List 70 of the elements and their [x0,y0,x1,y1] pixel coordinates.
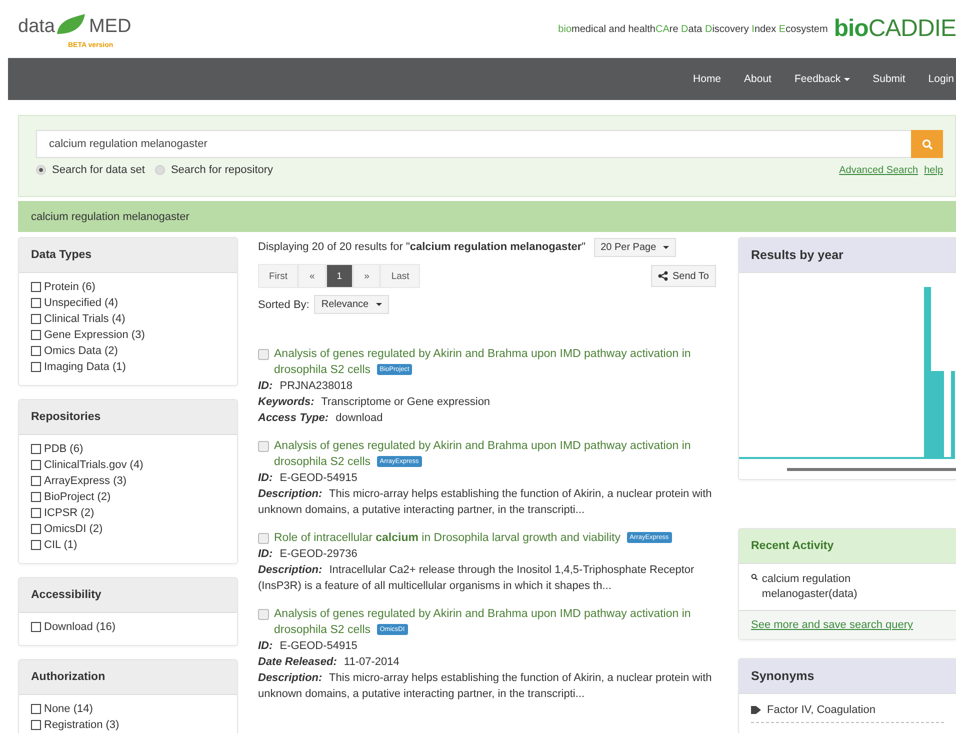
facet-option[interactable]: Unspecified (4) [31,295,225,311]
send-to-button[interactable]: Send To [651,265,716,287]
radio-option[interactable]: Search for repository [154,164,274,176]
result-checkbox[interactable] [258,349,269,360]
result-checkbox[interactable] [258,441,269,452]
logo-text: MED [88,16,132,38]
facet-option[interactable]: None (14) [31,701,225,717]
sort-dropdown[interactable]: Relevance [314,295,389,314]
panel-title: Recent Activity [751,540,834,552]
result-checkbox[interactable] [258,609,269,620]
facet-option[interactable]: ClinicalTrials.gov (4) [31,457,225,473]
panel-title: Accessibility [31,589,102,601]
facet-option[interactable]: Registration (3) [31,717,225,733]
nav-link[interactable]: Feedback [794,73,850,85]
pager-button[interactable]: 1 [326,264,354,288]
result-field: ID: E-GEOD-29736 [258,546,716,562]
result-field: Description: This micro-array helps establishing the function of Akirin, a nuclear protein with unknown domains, a putative interacting partner, in the transcripti... [258,486,716,518]
pager-button[interactable]: First [258,264,298,288]
facet-option[interactable]: Imaging Data (1) [31,359,225,375]
per-page-dropdown[interactable]: 20 Per Page [594,238,676,256]
pager-button[interactable]: Last [380,264,420,288]
panel-title: Results by year [751,248,844,262]
pager-button[interactable]: » [353,264,380,288]
recent-query: calcium regulation melanogaster(data) [762,572,858,602]
search-icon [751,572,758,582]
nav-link[interactable]: About [744,73,772,85]
result-field: ID: PRJNA238018 [258,378,716,394]
synonym: Factor IV, Coagulation [767,704,876,716]
scrollbar[interactable] [787,468,956,471]
facet-option[interactable]: ArrayExpress (3) [31,473,225,489]
share-icon [658,271,668,281]
partner-logo: bioCADDIE [834,15,956,43]
facet-option[interactable]: CIL (1) [31,537,225,553]
panel-title: Repositories [31,411,101,423]
sort-label: Sorted By: [258,298,310,310]
tag-icon [751,705,763,715]
query-text: calcium regulation melanogaster [31,210,190,222]
panel-title: Authorization [31,671,106,683]
nav-link[interactable]: Submit [872,73,906,85]
facet-option[interactable]: BioProject (2) [31,489,225,505]
search-link[interactable]: Advanced Search [839,164,918,176]
panel-title: Data Types [31,249,92,261]
facet-option[interactable]: Gene Expression (3) [31,327,225,343]
result-field: ID: E-GEOD-54915 [258,470,716,486]
radio-option[interactable]: Search for data set [36,164,145,176]
tagline: biomedical and healthCAre Data Discovery Index Ecosystem [558,24,828,34]
result-field: Keywords: Transcriptome or Gene expression [258,394,716,410]
results-summary: Displaying 20 of 20 results for "calcium regulation melanogaster" [258,241,586,253]
panel-title: Synonyms [751,669,814,683]
search-field[interactable]: calcium regulation melanogaster [36,130,911,158]
nav-link[interactable]: Home [693,73,722,85]
search-button[interactable] [911,130,943,158]
result-checkbox[interactable] [258,533,269,544]
result-field: ID: E-GEOD-54915 [258,638,716,654]
result-field: Date Released: 11-07-2014 [258,654,716,670]
facet-option[interactable]: ICPSR (2) [31,505,225,521]
search-icon [922,138,932,150]
logo-text: data [18,16,55,38]
facet-option[interactable]: Clinical Trials (4) [31,311,225,327]
search-link[interactable]: help [924,164,943,176]
result-field: Description: This micro-array helps establishing the function of Akirin, a nuclear protein with unknown domains, a putative interacting partner, in the transcripti... [258,670,716,702]
result-field: Description: Intracellular Ca2+ release through the Inositol 1,4,5-Triphosphate Receptor (InsP3R) is a feature of all multicellular organisms in which it shapes th... [258,562,716,594]
facet-option[interactable]: OmicsDI (2) [31,521,225,537]
result-field: Access Type: download [258,410,716,426]
pager-button[interactable]: « [298,264,326,288]
facet-option[interactable]: Omics Data (2) [31,343,225,359]
facet-option[interactable]: PDB (6) [31,441,225,457]
nav-link[interactable]: Login [928,73,954,85]
facet-option[interactable]: Protein (6) [31,279,225,295]
facet-option[interactable]: Download (16) [31,619,225,635]
